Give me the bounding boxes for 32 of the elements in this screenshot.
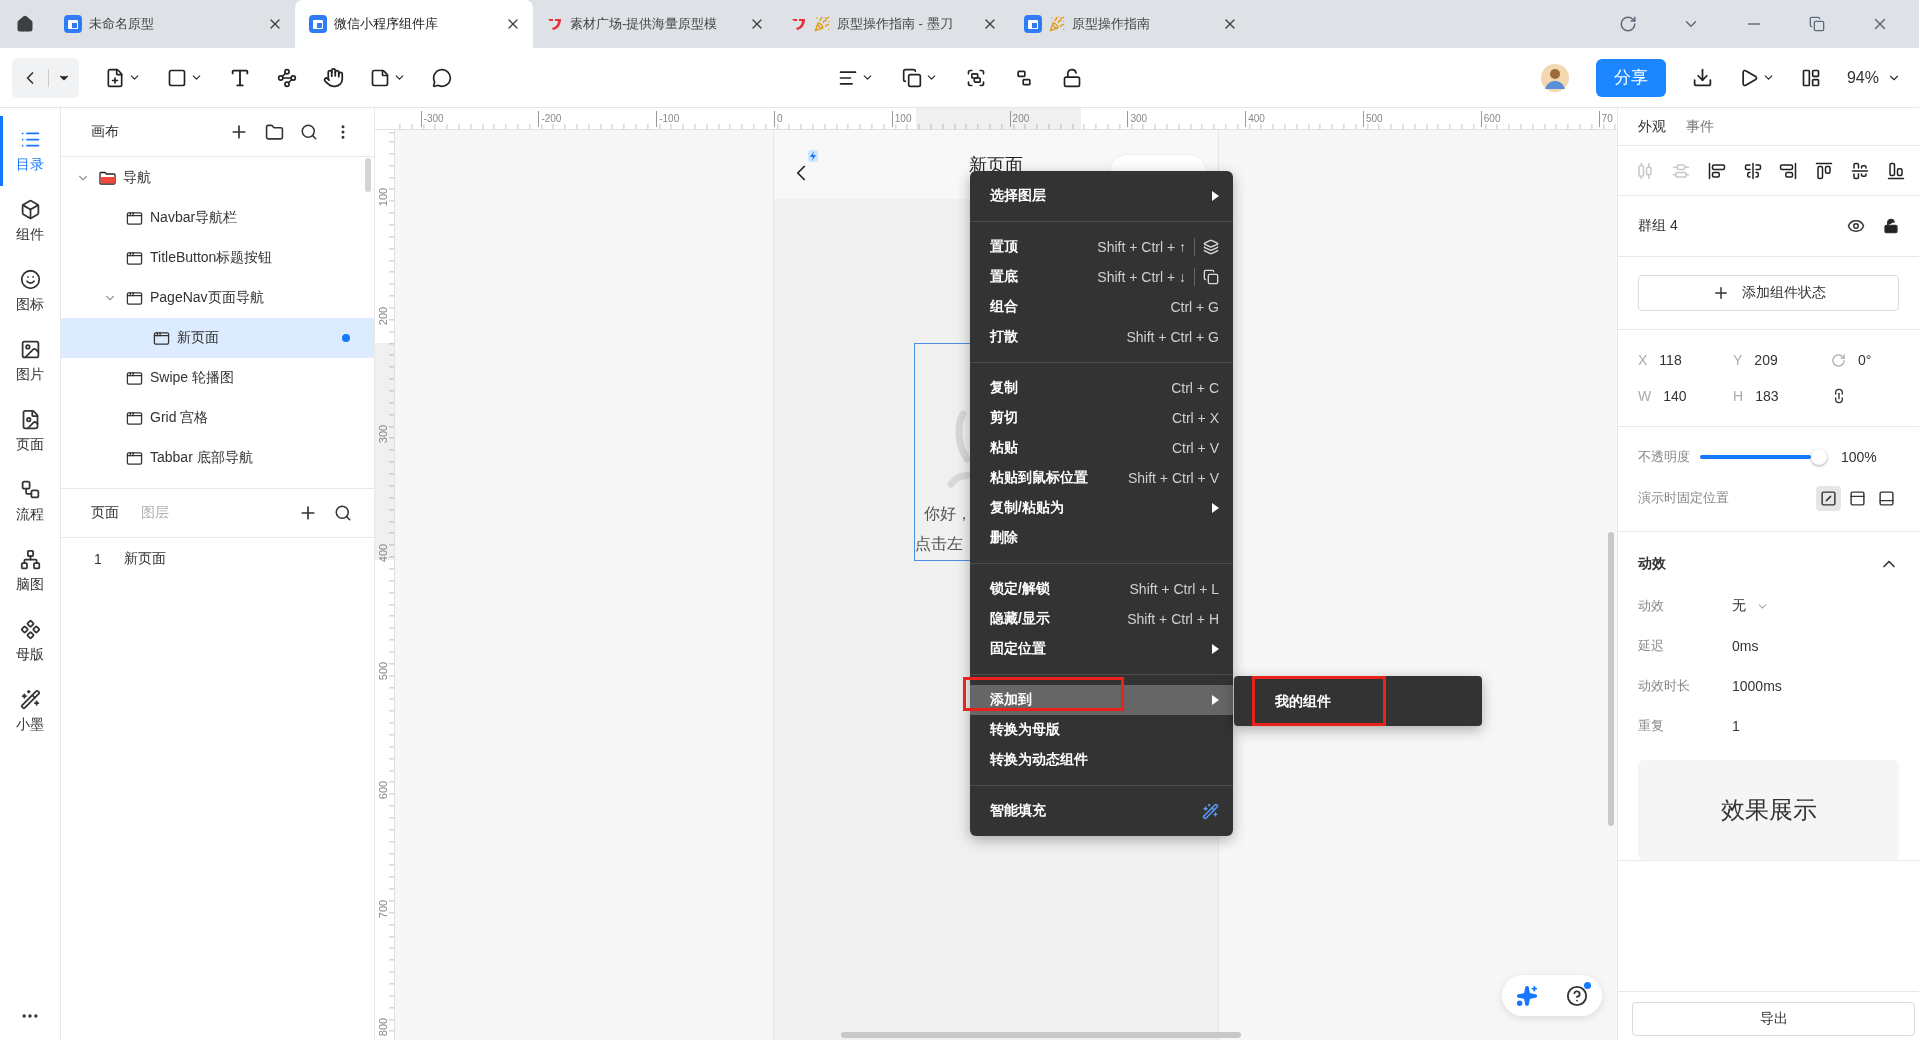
opacity-value: 100% xyxy=(1841,449,1877,465)
ruler-label: 500 xyxy=(1363,111,1383,127)
ruler-label: 400 xyxy=(376,542,390,564)
field-label: 演示时固定位置 xyxy=(1638,489,1730,507)
ruler-label: 200 xyxy=(1009,111,1030,127)
ruler-label: 500 xyxy=(376,661,390,683)
ruler-label: 800 xyxy=(376,1017,390,1039)
field-label: 动效 xyxy=(1638,597,1665,615)
ruler-label: 600 xyxy=(1480,111,1501,127)
field-label: 重复 xyxy=(1638,717,1665,735)
ruler-label: 700 xyxy=(376,898,390,920)
ruler-label: 100 xyxy=(376,186,390,209)
ruler-label: -200 xyxy=(538,111,562,127)
ruler-label: 300 xyxy=(1127,111,1148,127)
preview-panel: 效果展示 xyxy=(1638,760,1899,860)
ruler-label: -300 xyxy=(420,111,444,127)
ruler-label: 200 xyxy=(376,305,390,327)
ruler-label: 600 xyxy=(376,779,390,802)
field-label: 动效时长 xyxy=(1638,677,1691,695)
ruler-label: 0 xyxy=(774,111,783,127)
ruler-label: -100 xyxy=(656,111,680,127)
ruler-label: 300 xyxy=(376,424,390,446)
ruler-label: 100 xyxy=(891,111,912,127)
field-label: 不透明度 xyxy=(1638,448,1690,466)
greeting-text: 你好， xyxy=(924,504,972,524)
ruler-label: 400 xyxy=(1245,111,1265,127)
layer-name: 群组 4 xyxy=(1638,217,1678,235)
section-title: 动效 xyxy=(1638,555,1666,573)
hint-text: 点击左 xyxy=(915,534,963,554)
ruler-label: 70 xyxy=(1598,111,1613,127)
field-label: 延迟 xyxy=(1638,637,1665,655)
panel-title: 画布 xyxy=(91,123,119,141)
